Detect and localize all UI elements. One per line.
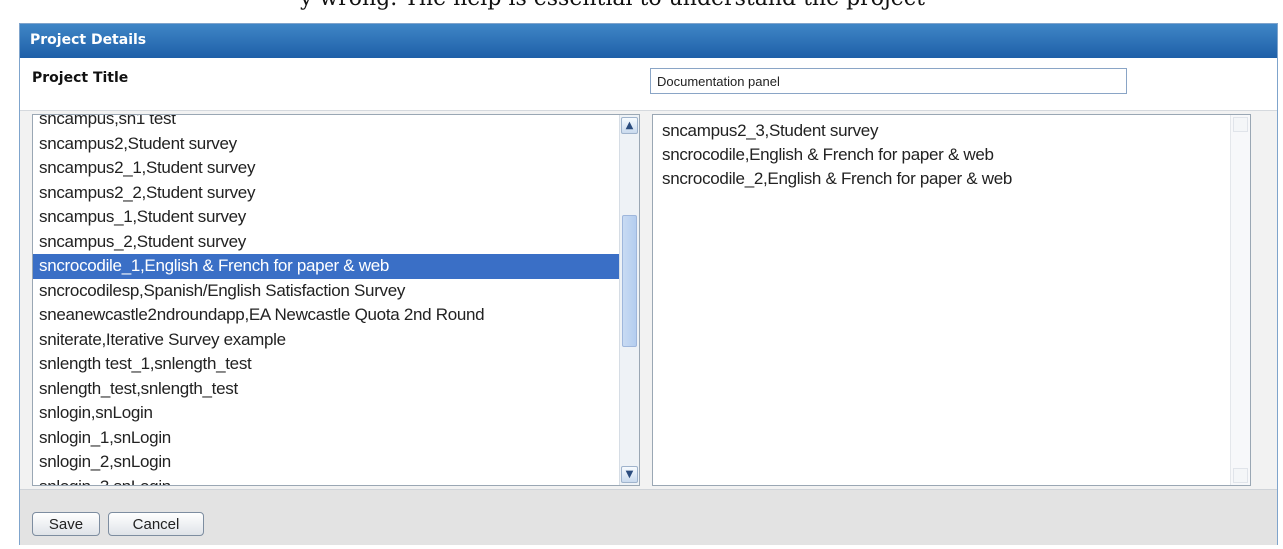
chevron-up-icon[interactable]: ▲	[621, 117, 638, 134]
cancel-button[interactable]: Cancel	[108, 512, 204, 536]
list-item-partial[interactable]: sncampus,sn1 test	[33, 115, 619, 132]
list-item[interactable]: sncampus_1,Student survey	[33, 205, 619, 230]
available-projects-items: sncampus,sn1 test sncampus2,Student surv…	[33, 115, 619, 486]
list-item[interactable]: sncampus_2,Student survey	[33, 230, 619, 255]
scroll-up-disabled-icon	[1233, 117, 1248, 132]
lists-area: sncampus,sn1 test sncampus2,Student surv…	[20, 111, 1277, 489]
list-item[interactable]: sncampus2,Student survey	[33, 132, 619, 157]
list-item[interactable]: snlength_test,snlength_test	[33, 377, 619, 402]
list-item[interactable]: sncampus2_2,Student survey	[33, 181, 619, 206]
list-item[interactable]: snlogin,snLogin	[33, 401, 619, 426]
chevron-down-icon[interactable]: ▼	[621, 466, 638, 483]
list-item[interactable]: sncrocodilesp,Spanish/English Satisfacti…	[33, 279, 619, 304]
list-item[interactable]: sncampus2_1,Student survey	[33, 156, 619, 181]
scrollbar-thumb[interactable]	[622, 215, 637, 347]
list-item[interactable]: snlength test_1,snlength_test	[33, 352, 619, 377]
list-item[interactable]: snlogin_2,snLogin	[33, 450, 619, 475]
panel-title: Project Details	[30, 32, 147, 48]
vertical-scrollbar[interactable]: ▲ ▼	[619, 115, 639, 485]
list-item[interactable]: snlogin_3,snLogin	[33, 475, 619, 486]
project-title-label: Project Title	[32, 70, 129, 86]
caption-text: y wrong. The help is essential to unders…	[300, 0, 925, 11]
project-details-panel: Project Details Project Title sncampus,s…	[19, 23, 1278, 545]
disabled-scrollbar	[1230, 115, 1250, 485]
scroll-down-disabled-icon	[1233, 468, 1248, 483]
project-title-row: Project Title	[20, 58, 1277, 111]
selected-projects-list[interactable]: sncampus2_3,Student survey sncrocodile,E…	[652, 114, 1251, 486]
available-projects-list[interactable]: sncampus,sn1 test sncampus2,Student surv…	[32, 114, 640, 486]
list-item[interactable]: snlogin_1,snLogin	[33, 426, 619, 451]
project-title-input[interactable]	[650, 68, 1127, 94]
list-item[interactable]: sncampus2_3,Student survey	[653, 119, 1223, 143]
page-caption: y wrong. The help is essential to unders…	[0, 0, 1283, 18]
list-item[interactable]: sncrocodile,English & French for paper &…	[653, 143, 1223, 167]
list-item-selected[interactable]: sncrocodile_1,English & French for paper…	[33, 254, 619, 279]
list-item[interactable]: sncrocodile_2,English & French for paper…	[653, 167, 1223, 191]
panel-footer: Save Cancel	[20, 489, 1277, 545]
save-button[interactable]: Save	[32, 512, 100, 536]
panel-header: Project Details	[20, 24, 1277, 58]
list-item[interactable]: sneanewcastle2ndroundapp,EA Newcastle Qu…	[33, 303, 619, 328]
selected-projects-items: sncampus2_3,Student survey sncrocodile,E…	[653, 119, 1223, 191]
list-item[interactable]: sniterate,Iterative Survey example	[33, 328, 619, 353]
